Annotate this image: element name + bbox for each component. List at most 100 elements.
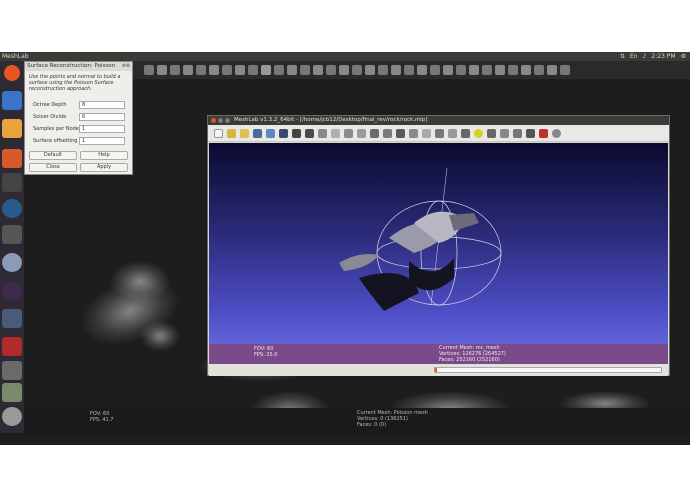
toolbar-icon[interactable] [365, 65, 375, 75]
octree-depth-input[interactable]: 8 [79, 101, 125, 109]
annotation-icon[interactable] [474, 128, 483, 138]
toolbar-icon[interactable] [209, 65, 219, 75]
window-title-bar[interactable]: MeshLab v1.3.2_64bit - [/home/jcb12/Desk… [208, 116, 669, 125]
maximize-window-icon[interactable] [225, 118, 230, 123]
open-mesh-icon[interactable] [240, 128, 249, 138]
toolbar-icon[interactable] [287, 65, 297, 75]
network-icon[interactable]: ⇅ [620, 52, 625, 61]
toolbar-icon[interactable] [482, 65, 492, 75]
snapshot-icon[interactable] [292, 128, 301, 138]
toolbar-icon[interactable] [248, 65, 258, 75]
app-launcher-icon[interactable] [2, 225, 22, 244]
toolbar-icon[interactable] [274, 65, 284, 75]
open-project-icon[interactable] [227, 128, 236, 138]
toolbar-icon[interactable] [352, 65, 362, 75]
zoom-icon[interactable] [552, 128, 561, 138]
settings-icon[interactable] [2, 149, 22, 168]
toolbar-icon[interactable] [560, 65, 570, 75]
toolbar-icon[interactable] [378, 65, 388, 75]
help-button[interactable]: Help [80, 151, 128, 160]
power-icon[interactable]: ⚙ [681, 52, 686, 61]
3d-viewport[interactable] [209, 143, 668, 344]
terminal-icon[interactable] [2, 173, 22, 192]
firefox-icon[interactable] [2, 199, 22, 218]
texture-icon[interactable] [396, 128, 405, 138]
dialog-title: Surface Reconstruction: Poisson [27, 63, 116, 69]
ubuntu-logo-icon[interactable] [4, 65, 20, 81]
toolbar-icon[interactable] [261, 65, 271, 75]
samples-per-node-input[interactable]: 1 [79, 125, 125, 133]
toolbar-icon[interactable] [144, 65, 154, 75]
meshlab-window: MeshLab v1.3.2_64bit - [/home/jcb12/Desk… [207, 115, 670, 376]
lighting-icon[interactable] [409, 128, 418, 138]
toolbar-icon[interactable] [326, 65, 336, 75]
toolbar-icon[interactable] [313, 65, 323, 75]
pick-icon[interactable] [526, 128, 535, 138]
toolbar-icon[interactable] [417, 65, 427, 75]
flat-icon[interactable] [370, 128, 379, 138]
toolbar-icon[interactable] [196, 65, 206, 75]
export-icon[interactable] [279, 128, 288, 138]
measure-icon[interactable] [448, 128, 457, 138]
reload-icon[interactable] [266, 128, 275, 138]
wireframe-icon[interactable] [344, 128, 353, 138]
color-icon[interactable] [435, 128, 444, 138]
toolbar-icon[interactable] [495, 65, 505, 75]
toolbar-icon[interactable] [170, 65, 180, 75]
select-icon[interactable] [461, 128, 470, 138]
cut-icon[interactable] [500, 128, 509, 138]
window-title: MeshLab v1.3.2_64bit - [/home/jcb12/Desk… [234, 117, 428, 123]
app-launcher-icon[interactable] [2, 309, 22, 328]
points-icon[interactable] [331, 128, 340, 138]
paint-icon[interactable] [487, 128, 496, 138]
new-project-icon[interactable] [214, 128, 223, 138]
keyboard-icon[interactable]: En [630, 52, 638, 61]
close-window-icon[interactable] [211, 118, 216, 123]
toolbar-icon[interactable] [456, 65, 466, 75]
surface-offsetting-input[interactable]: 1 [79, 137, 125, 145]
toolbar-icon[interactable] [443, 65, 453, 75]
align-icon[interactable] [513, 128, 522, 138]
toolbar-icon[interactable] [339, 65, 349, 75]
app-launcher-icon[interactable] [2, 361, 22, 380]
delete-icon[interactable] [539, 128, 548, 138]
solver-divide-input[interactable]: 6 [79, 113, 125, 121]
toolbar-icon[interactable] [534, 65, 544, 75]
close-button[interactable]: Close [29, 163, 77, 172]
toolbar-icon[interactable] [391, 65, 401, 75]
minimize-window-icon[interactable] [218, 118, 223, 123]
hidden-lines-icon[interactable] [357, 128, 366, 138]
app-launcher-icon[interactable] [2, 383, 22, 402]
mesh-surface [449, 213, 479, 231]
default-button[interactable]: Default [29, 151, 77, 160]
app-launcher-icon[interactable] [2, 281, 22, 300]
bbox-icon[interactable] [318, 128, 327, 138]
meshlab-launcher-icon[interactable] [2, 91, 22, 110]
toolbar-icon[interactable] [521, 65, 531, 75]
apply-button[interactable]: Apply [80, 163, 128, 172]
app-launcher-icon[interactable] [2, 337, 22, 356]
system-clock[interactable]: 2:23 PM [651, 52, 675, 61]
toolbar-icon[interactable] [157, 65, 167, 75]
save-icon[interactable] [253, 128, 262, 138]
toolbar-icon[interactable] [235, 65, 245, 75]
toolbar-icon[interactable] [404, 65, 414, 75]
point-cloud [140, 321, 180, 351]
toolbar-icon[interactable] [547, 65, 557, 75]
toolbar-icon[interactable] [222, 65, 232, 75]
toolbar-icon[interactable] [469, 65, 479, 75]
layer-icon[interactable] [305, 128, 314, 138]
toolbar-icon[interactable] [430, 65, 440, 75]
toolbar-icon[interactable] [300, 65, 310, 75]
backface-icon[interactable] [422, 128, 431, 138]
volume-icon[interactable]: ♪ [643, 52, 647, 61]
toolbar-icon[interactable] [183, 65, 193, 75]
trash-icon[interactable] [2, 407, 22, 426]
toolbar-icon[interactable] [508, 65, 518, 75]
files-icon[interactable] [2, 119, 22, 138]
app-launcher-icon[interactable] [2, 253, 22, 272]
smooth-icon[interactable] [383, 128, 392, 138]
dialog-header[interactable]: Surface Reconstruction: Poisson ⊗⊗ [25, 62, 132, 71]
poisson-dialog: Surface Reconstruction: Poisson ⊗⊗ Use t… [24, 61, 133, 175]
close-icon[interactable]: ⊗⊗ [122, 62, 130, 71]
